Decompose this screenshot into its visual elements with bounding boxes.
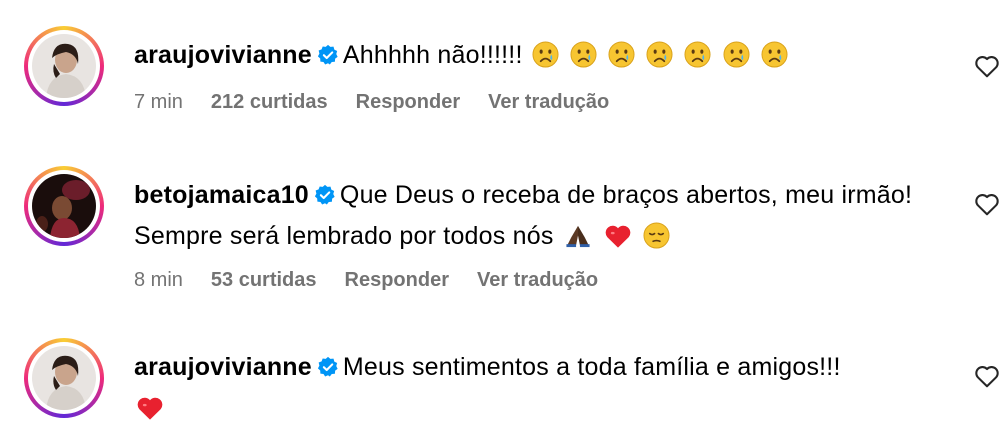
reply-button[interactable]: Responder [345,269,449,292]
comment-username[interactable]: araujovivianne [134,353,312,381]
reply-button[interactable]: Responder [356,91,460,114]
crying-face-emoji-group [530,41,790,69]
translate-button[interactable]: Ver tradução [488,91,609,114]
crying-face-icon [608,41,635,68]
comment-time[interactable]: 8 min [134,269,183,292]
avatar-photo [32,174,96,238]
avatar[interactable] [24,338,104,418]
red-heart-icon [137,397,163,420]
avatar-photo [32,34,96,98]
crying-face-icon [646,41,673,68]
verified-badge-icon [317,39,339,77]
comment-time[interactable]: 7 min [134,91,183,114]
crying-face-icon [684,41,711,68]
comment-username[interactable]: araujovivianne [134,41,312,69]
heart-outline-icon[interactable] [974,54,1000,82]
verified-badge-icon [314,179,336,217]
comment-text: Ahhhhh não!!!!!! [342,41,523,69]
heart-outline-icon[interactable] [974,364,1000,392]
pensive-face-icon [643,222,670,249]
crying-face-icon [761,41,788,68]
avatar-photo [32,346,96,410]
comment-meta: 7 min 212 curtidas Responder Ver traduçã… [134,91,934,114]
verified-badge-icon [317,351,339,389]
comment-likes[interactable]: 53 curtidas [211,269,317,292]
praying-hands-icon [566,225,590,248]
comment-text: Meus sentimentos a toda família e amigos… [342,353,841,381]
red-heart-icon [605,225,631,248]
heart-outline-icon[interactable] [974,192,1000,220]
avatar[interactable] [24,166,104,246]
crying-face-icon [532,41,559,68]
comment-username[interactable]: betojamaica10 [134,181,309,209]
comment-likes[interactable]: 212 curtidas [211,91,328,114]
comment-meta: 8 min 53 curtidas Responder Ver tradução [134,269,934,292]
translate-button[interactable]: Ver tradução [477,269,598,292]
crying-face-icon [723,41,750,68]
crying-face-icon [570,41,597,68]
comments-list: araujovivianne Ahhhhh não!!!!!! 7 min 212… [0,0,1000,428]
avatar[interactable] [24,26,104,106]
